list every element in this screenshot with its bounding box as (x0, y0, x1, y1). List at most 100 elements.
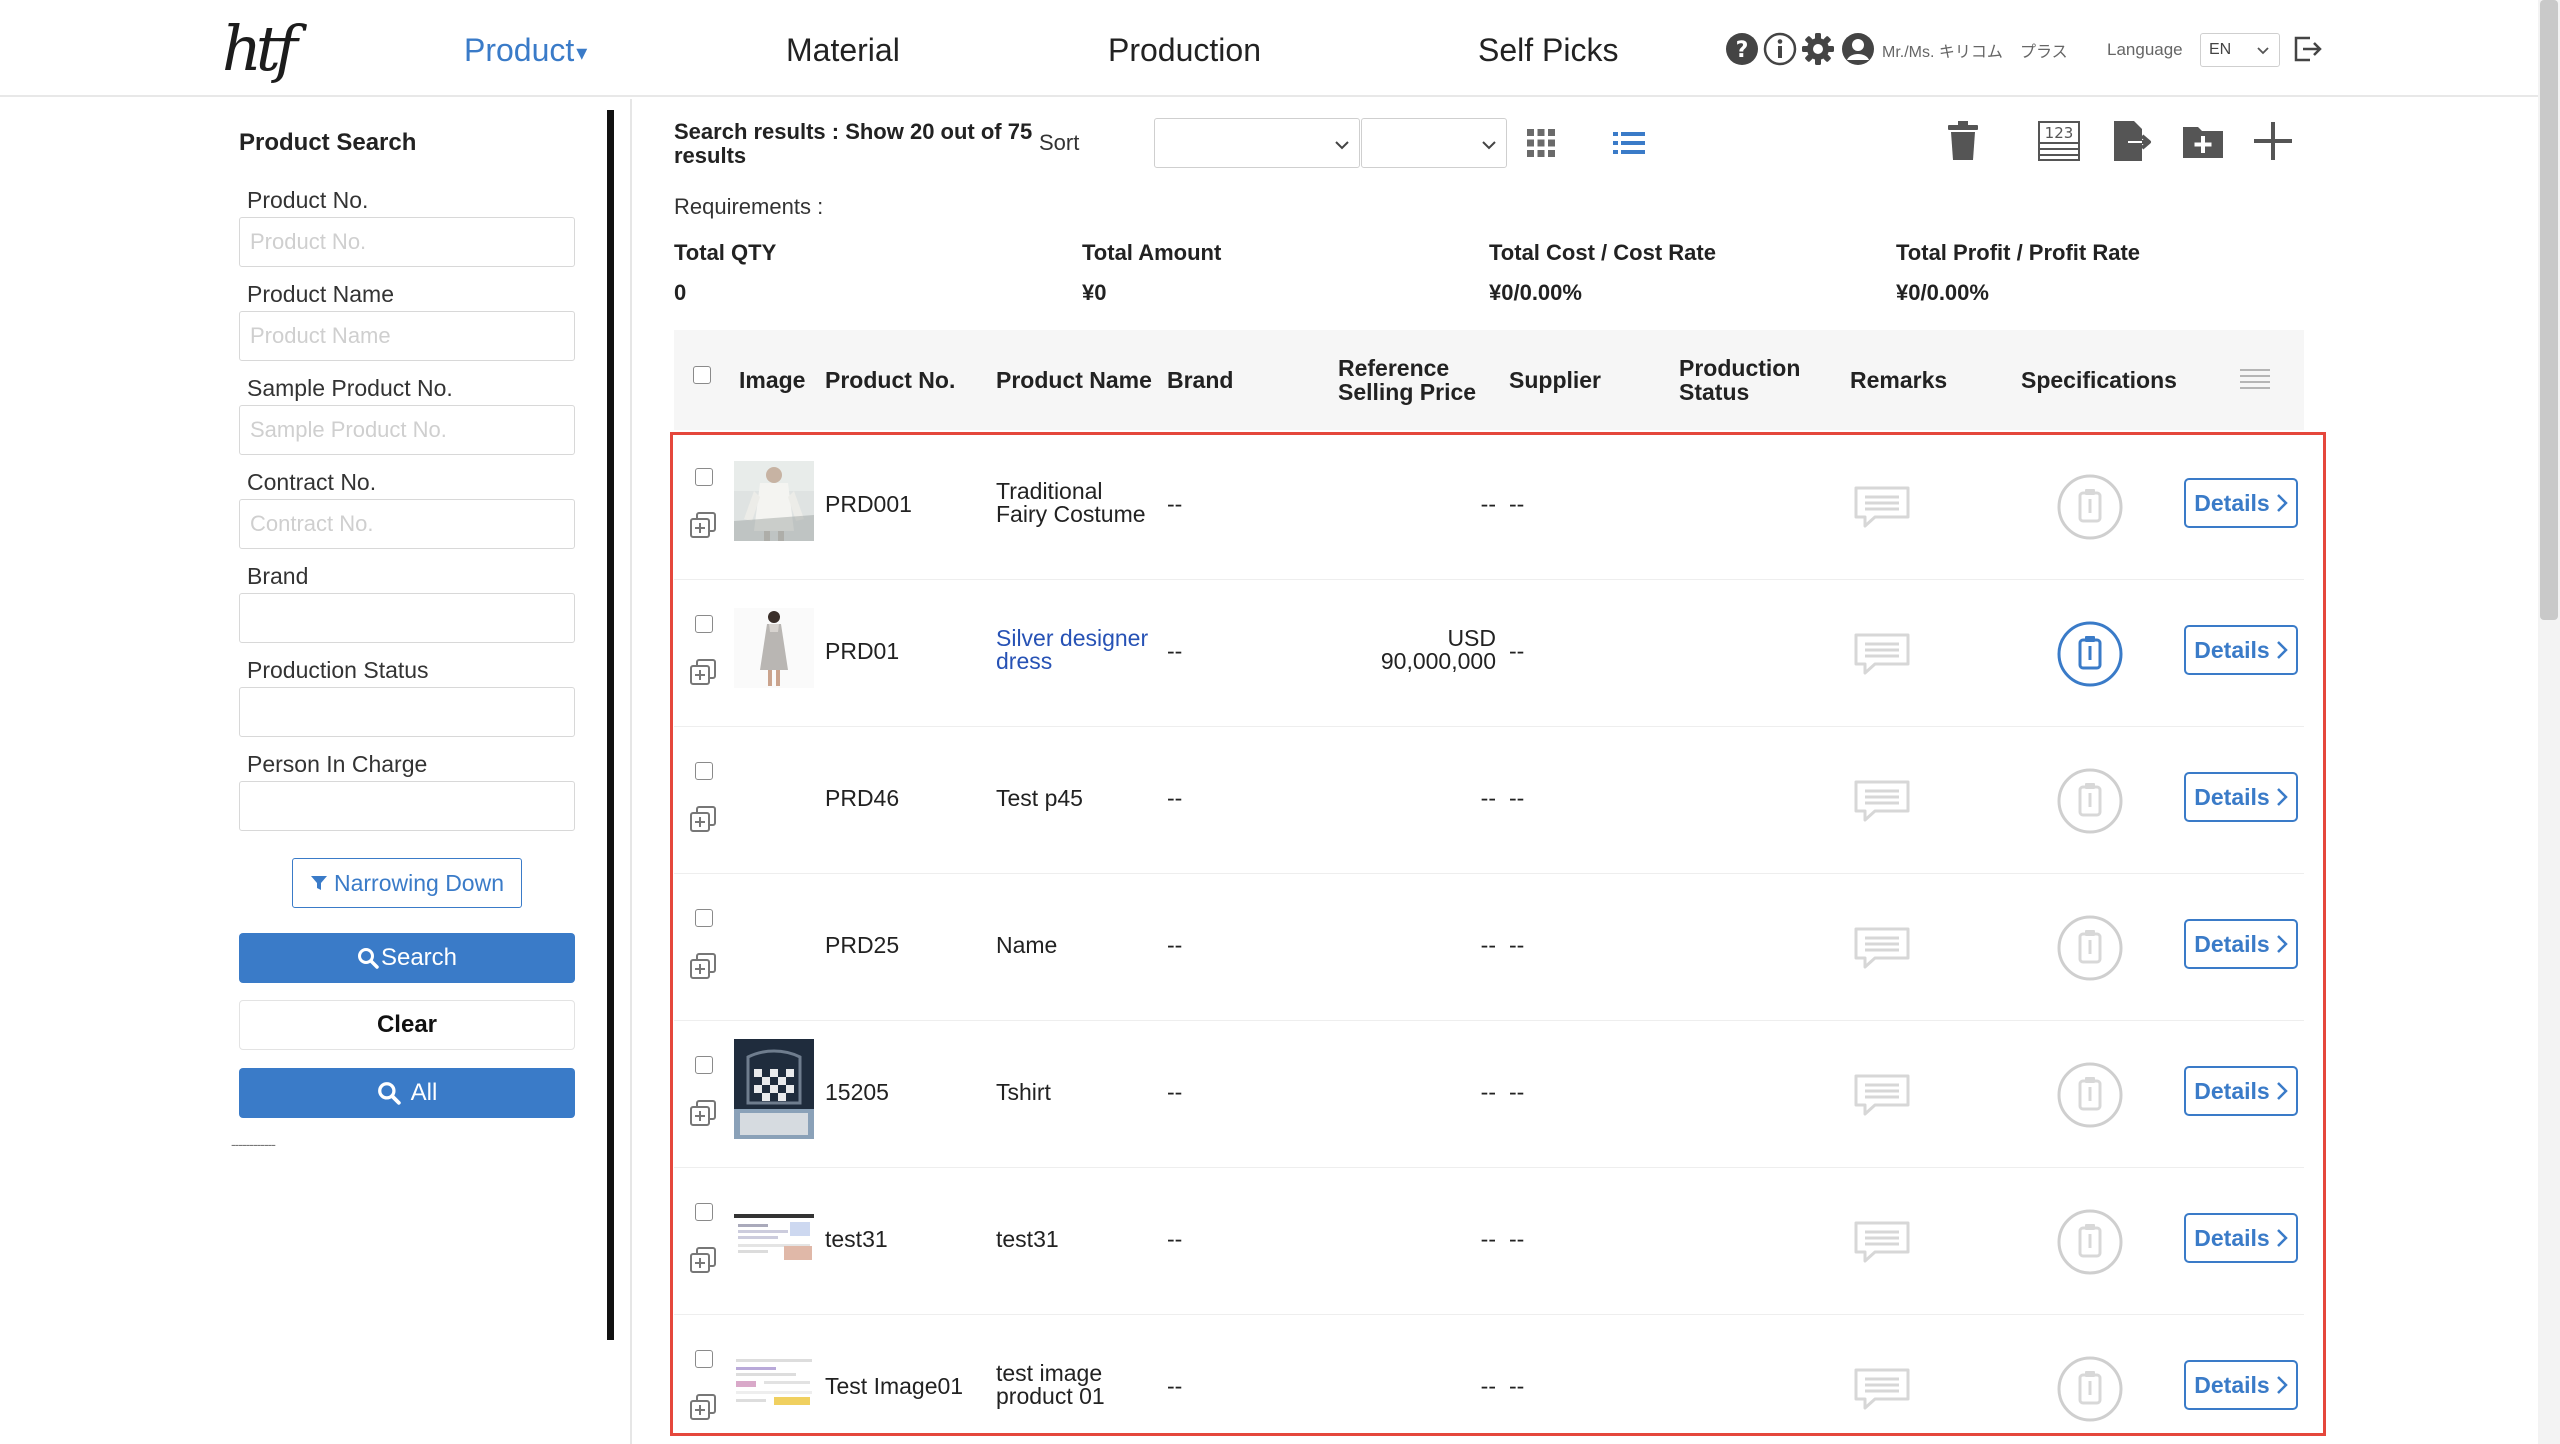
details-button[interactable]: Details (2184, 625, 2298, 675)
product-name[interactable]: Silver designer dress (996, 627, 1148, 673)
product-no: PRD01 (825, 638, 900, 664)
table-row[interactable]: test31 test31 -- -- -- Details (674, 1168, 2304, 1315)
contract-no-input[interactable] (239, 499, 575, 549)
all-button[interactable]: All (239, 1068, 575, 1118)
comment-icon[interactable] (1853, 1220, 1911, 1264)
details-button[interactable]: Details (2184, 772, 2298, 822)
row-checkbox[interactable] (695, 468, 713, 486)
reference-price-cell: -- (1334, 934, 1496, 957)
comment-icon[interactable] (1853, 926, 1911, 970)
row-checkbox[interactable] (695, 615, 713, 633)
row-checkbox[interactable] (695, 1056, 713, 1074)
product-thumbnail[interactable] (734, 1039, 814, 1145)
copy-icon[interactable] (688, 657, 718, 687)
nav-material[interactable]: Material (786, 28, 900, 72)
logout-icon[interactable] (2290, 32, 2324, 66)
details-button[interactable]: Details (2184, 1213, 2298, 1263)
product-no-label: Product No. (247, 187, 369, 213)
product-thumbnail[interactable] (734, 608, 814, 688)
page-scrollbar-thumb[interactable] (2540, 0, 2558, 620)
product-thumbnail[interactable] (734, 1343, 814, 1423)
col-reference-selling-price[interactable]: Reference Selling Price (1338, 356, 1476, 404)
comment-icon[interactable] (1853, 779, 1911, 823)
chevron-right-icon (2276, 934, 2288, 954)
specification-icon[interactable] (2056, 1061, 2124, 1129)
select-all-checkbox[interactable] (693, 366, 711, 384)
product-name-input[interactable] (239, 311, 575, 361)
add-folder-icon[interactable] (2180, 118, 2226, 164)
chevron-right-icon (2276, 1375, 2288, 1395)
column-menu-icon[interactable] (2240, 367, 2270, 391)
details-button[interactable]: Details (2184, 919, 2298, 969)
table-row[interactable]: Test Image01 test image product 01 -- --… (674, 1315, 2304, 1444)
export-file-icon[interactable] (2108, 118, 2154, 164)
specification-icon[interactable] (2056, 473, 2124, 541)
table-row[interactable]: PRD01 Silver designer dress -- USD 90,00… (674, 580, 2304, 727)
specification-icon[interactable] (2056, 914, 2124, 982)
language-select[interactable]: EN (2200, 33, 2280, 67)
plus-icon[interactable] (2250, 118, 2296, 164)
specification-icon[interactable] (2056, 767, 2124, 835)
product-name: Test p45 (996, 787, 1083, 810)
clear-button[interactable]: Clear (239, 1000, 575, 1050)
table-row[interactable]: PRD46 Test p45 -- -- -- Details (674, 727, 2304, 874)
col-brand[interactable]: Brand (1167, 368, 1233, 392)
col-product-no[interactable]: Product No. (825, 368, 955, 392)
row-checkbox[interactable] (695, 1350, 713, 1368)
comment-icon[interactable] (1853, 632, 1911, 676)
table-row[interactable]: PRD001 Traditional Fairy Costume -- -- -… (674, 433, 2304, 580)
copy-icon[interactable] (688, 951, 718, 981)
results-count: Search results : Show 20 out of 75 resul… (674, 120, 1034, 168)
comment-icon[interactable] (1853, 485, 1911, 529)
col-supplier[interactable]: Supplier (1509, 368, 1601, 392)
nav-self-picks[interactable]: Self Picks (1478, 28, 1618, 72)
sort-field-select[interactable] (1154, 118, 1360, 168)
details-button[interactable]: Details (2184, 1066, 2298, 1116)
brand-cell: -- (1167, 491, 1183, 517)
comment-icon[interactable] (1853, 1367, 1911, 1411)
row-checkbox[interactable] (695, 1203, 713, 1221)
help-icon[interactable]: ? (1725, 32, 1759, 66)
sidebar-scrollbar[interactable] (607, 110, 614, 1340)
product-no-input[interactable] (239, 217, 575, 267)
copy-icon[interactable] (688, 1245, 718, 1275)
nav-production[interactable]: Production (1108, 28, 1261, 72)
gear-icon[interactable] (1801, 32, 1835, 66)
table-row[interactable]: 15205 Tshirt -- -- -- Details (674, 1021, 2304, 1168)
product-thumbnail[interactable] (734, 461, 814, 541)
brand-input[interactable] (239, 593, 575, 643)
app-logo[interactable]: htf (222, 12, 304, 86)
product-name-line1: Traditional (996, 478, 1103, 504)
nav-product[interactable]: Product▾ (464, 28, 587, 75)
details-button[interactable]: Details (2184, 1360, 2298, 1410)
row-checkbox[interactable] (695, 909, 713, 927)
info-icon[interactable] (1763, 32, 1797, 66)
sort-order-select[interactable] (1361, 118, 1507, 168)
table-row[interactable]: PRD25 Name -- -- -- Details (674, 874, 2304, 1021)
sample-product-no-input[interactable] (239, 405, 575, 455)
comment-icon[interactable] (1853, 1073, 1911, 1117)
specification-icon[interactable] (2056, 1208, 2124, 1276)
copy-icon[interactable] (688, 510, 718, 540)
specification-icon[interactable] (2056, 1355, 2124, 1423)
number-table-icon[interactable]: 123 (2036, 118, 2082, 164)
copy-icon[interactable] (688, 1392, 718, 1422)
search-button[interactable]: Search (239, 933, 575, 983)
product-thumbnail[interactable] (734, 1196, 814, 1276)
details-button[interactable]: Details (2184, 478, 2298, 528)
col-production-status[interactable]: Production Status (1679, 356, 1800, 404)
product-no: PRD001 (825, 491, 912, 517)
trash-icon[interactable] (1940, 118, 1986, 164)
list-view-icon[interactable] (1612, 126, 1646, 160)
grid-view-icon[interactable] (1524, 126, 1558, 160)
person-in-charge-input[interactable] (239, 781, 575, 831)
user-icon[interactable] (1841, 32, 1875, 66)
narrowing-down-button[interactable]: Narrowing Down (292, 858, 522, 908)
copy-icon[interactable] (688, 804, 718, 834)
col-product-name[interactable]: Product Name (996, 368, 1152, 392)
production-status-input[interactable] (239, 687, 575, 737)
copy-icon[interactable] (688, 1098, 718, 1128)
row-checkbox[interactable] (695, 762, 713, 780)
reference-price-cell: -- (1334, 1081, 1496, 1104)
specification-icon[interactable] (2056, 620, 2124, 688)
